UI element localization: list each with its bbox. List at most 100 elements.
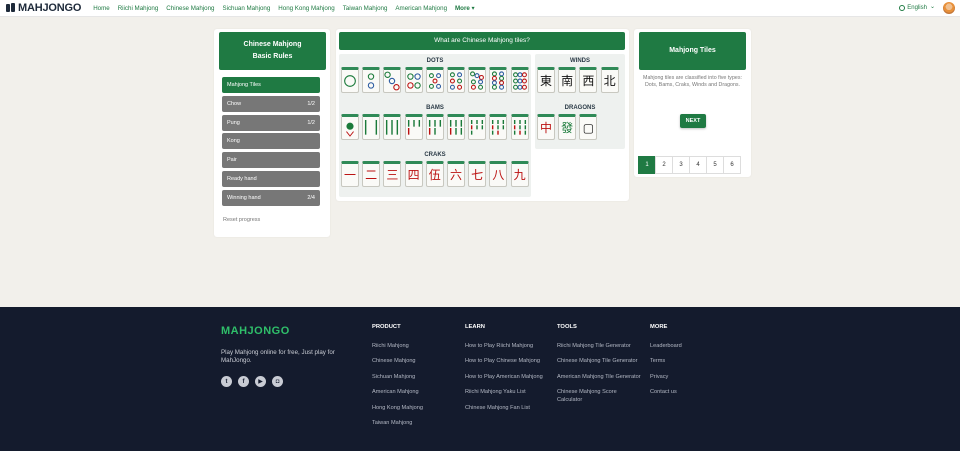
lesson-label: Pung (227, 120, 240, 126)
page-3-button[interactable]: 3 (672, 156, 690, 174)
footer-link[interactable]: How to Play Chinese Mahjong (465, 358, 551, 365)
dragon-tile: 發 (558, 114, 577, 140)
footer-link[interactable]: Privacy (650, 374, 682, 381)
page-2-button[interactable]: 2 (655, 156, 673, 174)
lesson-chow[interactable]: Chow 1/2 (222, 96, 320, 112)
youtube-icon[interactable]: ▶ (255, 376, 266, 387)
honors-group: WINDS 東南西北 DRAGONS 中發 ▢ (535, 54, 625, 149)
winds-title: WINDS (570, 58, 590, 64)
twitter-icon[interactable]: t (221, 376, 232, 387)
bam-tile (404, 114, 423, 140)
crak-tile: 三 (383, 161, 402, 187)
bam-tile (425, 114, 444, 140)
dot-tile (489, 67, 508, 93)
globe-icon (899, 5, 906, 11)
nav-more-dropdown[interactable]: More ▾ (455, 5, 475, 12)
discord-icon[interactable]: ◘ (272, 376, 283, 387)
lesson-label: Mahjong Tiles (227, 82, 261, 88)
footer-link[interactable]: Riichi Mahjong Yaku List (465, 389, 551, 396)
crak-tile: 六 (447, 161, 465, 187)
mahjong-logo-icon (6, 3, 16, 13)
page-4-button[interactable]: 4 (689, 156, 707, 174)
crak-tile: 二 (362, 161, 381, 187)
lesson-mahjong-tiles[interactable]: Mahjong Tiles (222, 77, 320, 93)
tiles-panel-title: What are Chinese Mahjong tiles? (339, 32, 625, 50)
footer-column-title: TOOLS (557, 324, 577, 330)
footer-link[interactable]: Taiwan Mahjong (372, 420, 423, 427)
footer-link[interactable]: Chinese Mahjong Tile Generator (557, 358, 643, 365)
dragons-title: DRAGONS (564, 105, 596, 111)
next-button[interactable]: NEXT (680, 114, 706, 128)
lesson-progress: 1/2 (307, 101, 315, 107)
craks-title: CRAKS (424, 152, 446, 158)
brand-name: MAHJONGO (18, 2, 82, 14)
nav-sichuan-mahjong[interactable]: Sichuan Mahjong (222, 5, 270, 12)
social-links: t f ▶ ◘ (221, 376, 289, 387)
top-navbar: MAHJONGO Home Riichi Mahjong Chinese Mah… (0, 0, 960, 17)
footer-link[interactable]: Chinese Mahjong (372, 358, 423, 365)
crak-tile: 七 (468, 161, 487, 187)
footer-link[interactable]: American Mahjong (372, 389, 423, 396)
footer-link[interactable]: Chinese Mahjong Score Calculator (557, 389, 643, 404)
crak-tile: 九 (510, 161, 529, 187)
dot-tile (383, 67, 402, 93)
sidebar-title-line2: Basic Rules (252, 53, 293, 60)
bams-title: BAMS (426, 105, 444, 111)
lesson-progress: 1/2 (307, 120, 315, 126)
footer-learn-column: LEARN How to Play Riichi Mahjong How to … (465, 324, 551, 420)
lesson-label: Kong (227, 138, 240, 144)
footer-link[interactable]: Terms (650, 358, 682, 365)
lesson-pung[interactable]: Pung 1/2 (222, 115, 320, 131)
dot-tile (404, 67, 423, 93)
footer-link[interactable]: Riichi Mahjong (372, 343, 423, 350)
pagination: 1 2 3 4 5 6 (638, 156, 741, 174)
footer-link[interactable]: Riichi Mahjong Tile Generator (557, 343, 643, 350)
brand-logo[interactable]: MAHJONGO (6, 2, 81, 14)
page-5-button[interactable]: 5 (706, 156, 724, 174)
nav-riichi-mahjong[interactable]: Riichi Mahjong (118, 5, 159, 12)
lesson-kong[interactable]: Kong (222, 133, 320, 149)
lesson-title: Mahjong Tiles (639, 32, 746, 70)
dot-tile (447, 67, 465, 93)
footer-more-column: MORE Leaderboard Terms Privacy Contact u… (650, 324, 682, 405)
wind-tile: 東 (537, 67, 555, 93)
facebook-icon[interactable]: f (238, 376, 249, 387)
footer-link[interactable]: Chinese Mahjong Fan List (465, 405, 551, 412)
sidebar-title-line1: Chinese Mahjong (243, 41, 302, 48)
wind-tile: 南 (558, 67, 577, 93)
chevron-down-icon: ⌄ (929, 4, 935, 10)
nav-home[interactable]: Home (93, 5, 110, 12)
lesson-winning-hand[interactable]: Winning hand 2/4 (222, 190, 320, 206)
footer-link[interactable]: Sichuan Mahjong (372, 374, 423, 381)
lesson-description: Mahjong tiles are classified into five t… (643, 75, 742, 88)
footer-link[interactable]: American Mahjong Tile Generator (557, 374, 643, 381)
nav-taiwan-mahjong[interactable]: Taiwan Mahjong (343, 5, 388, 12)
bam-tile (489, 114, 508, 140)
suits-group: DOTS BAMS CRAKS 一二三四伍六七八九 (339, 54, 531, 197)
footer-product-column: PRODUCT Riichi Mahjong Chinese Mahjong S… (372, 324, 423, 435)
lesson-pair[interactable]: Pair (222, 152, 320, 168)
page-1-button[interactable]: 1 (638, 156, 656, 174)
footer-link[interactable]: How to Play American Mahjong (465, 374, 551, 381)
footer-brand[interactable]: MAHJONGO (221, 325, 290, 337)
footer-link[interactable]: How to Play Riichi Mahjong (465, 343, 551, 350)
user-avatar[interactable] (943, 2, 955, 14)
bam-tile (362, 114, 381, 140)
nav-chinese-mahjong[interactable]: Chinese Mahjong (166, 5, 214, 12)
page-6-button[interactable]: 6 (723, 156, 741, 174)
footer-link[interactable]: Contact us (650, 389, 682, 396)
nav-american-mahjong[interactable]: American Mahjong (395, 5, 447, 12)
reset-progress-link[interactable]: Reset progress (223, 217, 260, 223)
crak-tile: 四 (404, 161, 423, 187)
footer-link[interactable]: Hong Kong Mahjong (372, 405, 423, 412)
bam-tile (383, 114, 402, 140)
lesson-progress: 2/4 (307, 195, 315, 201)
footer-tagline: Play Mahjong online for free, Just play … (221, 349, 335, 364)
lesson-label: Chow (227, 101, 242, 107)
language-selector[interactable]: English ⌄ (899, 4, 935, 11)
wind-tile: 北 (600, 67, 619, 93)
nav-hong-kong-mahjong[interactable]: Hong Kong Mahjong (278, 5, 334, 12)
lesson-ready-hand[interactable]: Ready hand (222, 171, 320, 187)
footer-link[interactable]: Leaderboard (650, 343, 682, 350)
bam-tile (510, 114, 529, 140)
